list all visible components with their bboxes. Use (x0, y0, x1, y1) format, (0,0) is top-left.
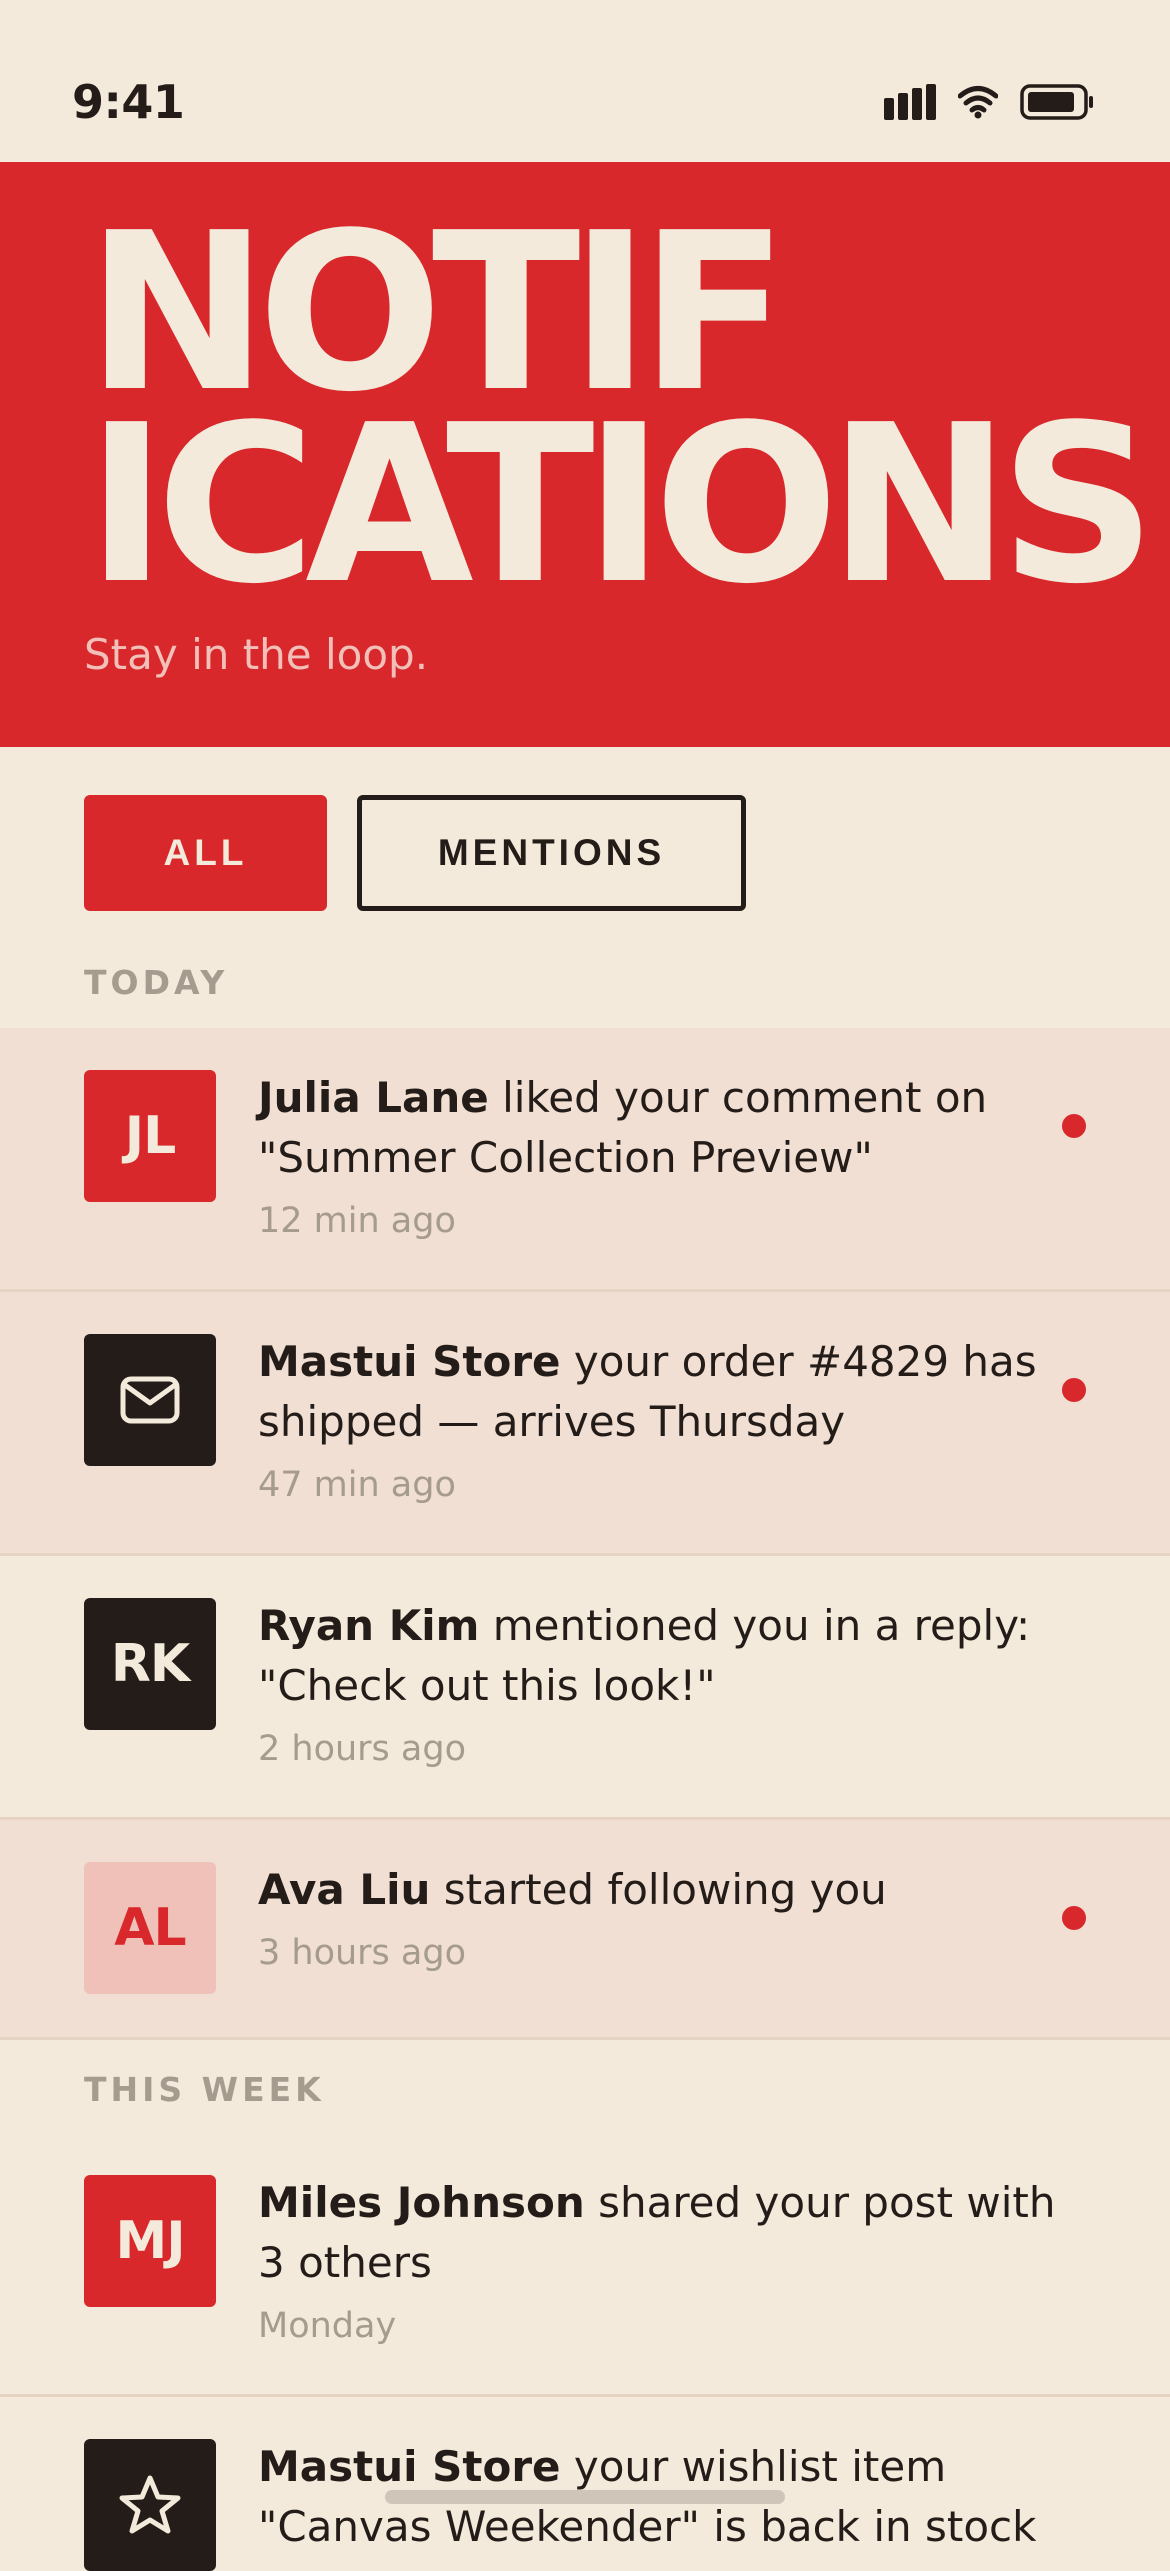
avatar: RK (84, 1598, 216, 1730)
page-subtitle: Stay in the loop. (84, 630, 429, 679)
unread-dot (1062, 1378, 1086, 1402)
notification-time: 47 min ago (258, 1465, 456, 1505)
cellular-signal-icon (884, 84, 936, 120)
notification-actor: Miles Johnson (258, 2178, 585, 2227)
unread-dot (1062, 1114, 1086, 1138)
notification-item[interactable]: Mastui Store your order #4829 has shippe… (0, 1292, 1170, 1556)
home-indicator[interactable] (385, 2490, 785, 2504)
wifi-icon (958, 86, 998, 119)
notification-time: 2 hours ago (258, 1729, 467, 1769)
avatar: JL (84, 1070, 216, 1202)
notification-item[interactable]: RK Ryan Kim mentioned you in a reply: "C… (0, 1556, 1170, 1820)
filter-tab-mentions[interactable]: MENTIONS (357, 795, 746, 911)
page-header: NOTIF ICATIONS Stay in the loop. (0, 162, 1170, 747)
filter-tab-all[interactable]: ALL (84, 795, 327, 911)
page-title: NOTIF ICATIONS (86, 187, 1156, 632)
status-time: 9:41 (72, 75, 185, 129)
notification-actor: Julia Lane (258, 1073, 489, 1122)
mail-icon (120, 1376, 180, 1424)
notification-text: Ryan Kim mentioned you in a reply: "Chec… (258, 1596, 1088, 1774)
section-label-this-week: THIS WEEK (84, 2070, 325, 2109)
status-bar: 9:41 (0, 0, 1170, 162)
notification-item[interactable]: Mastui Store your wishlist item "Canvas … (0, 2397, 1170, 2571)
avatar: MJ (84, 2175, 216, 2307)
notification-message: started following you (430, 1865, 887, 1914)
notification-actor: Ryan Kim (258, 1601, 480, 1650)
section-label-today: TODAY (84, 963, 229, 1002)
notification-item[interactable]: JL Julia Lane liked your comment on "Sum… (0, 1028, 1170, 1292)
notification-time: Monday (258, 2306, 397, 2346)
notification-text: Julia Lane liked your comment on "Summer… (258, 1068, 1088, 1246)
avatar (84, 2439, 216, 2571)
notification-text: Ava Liu started following you 3 hours ag… (258, 1860, 1088, 1978)
notification-time: 12 min ago (258, 1201, 456, 1241)
avatar: AL (84, 1862, 216, 1994)
notification-actor: Ava Liu (258, 1865, 431, 1914)
notification-time: 3 hours ago (258, 1933, 467, 1973)
star-icon (119, 2475, 181, 2534)
notification-item[interactable]: AL Ava Liu started following you 3 hours… (0, 1820, 1170, 2040)
notification-item[interactable]: MJ Miles Johnson shared your post with 3… (0, 2133, 1170, 2397)
notification-text: Miles Johnson shared your post with 3 ot… (258, 2173, 1088, 2351)
battery-icon (1020, 84, 1093, 120)
avatar (84, 1334, 216, 1466)
notification-actor: Mastui Store (258, 1337, 561, 1386)
notification-text: Mastui Store your order #4829 has shippe… (258, 1332, 1088, 1510)
status-icons (884, 80, 1094, 124)
unread-dot (1062, 1906, 1086, 1930)
notification-actor: Mastui Store (258, 2442, 561, 2491)
